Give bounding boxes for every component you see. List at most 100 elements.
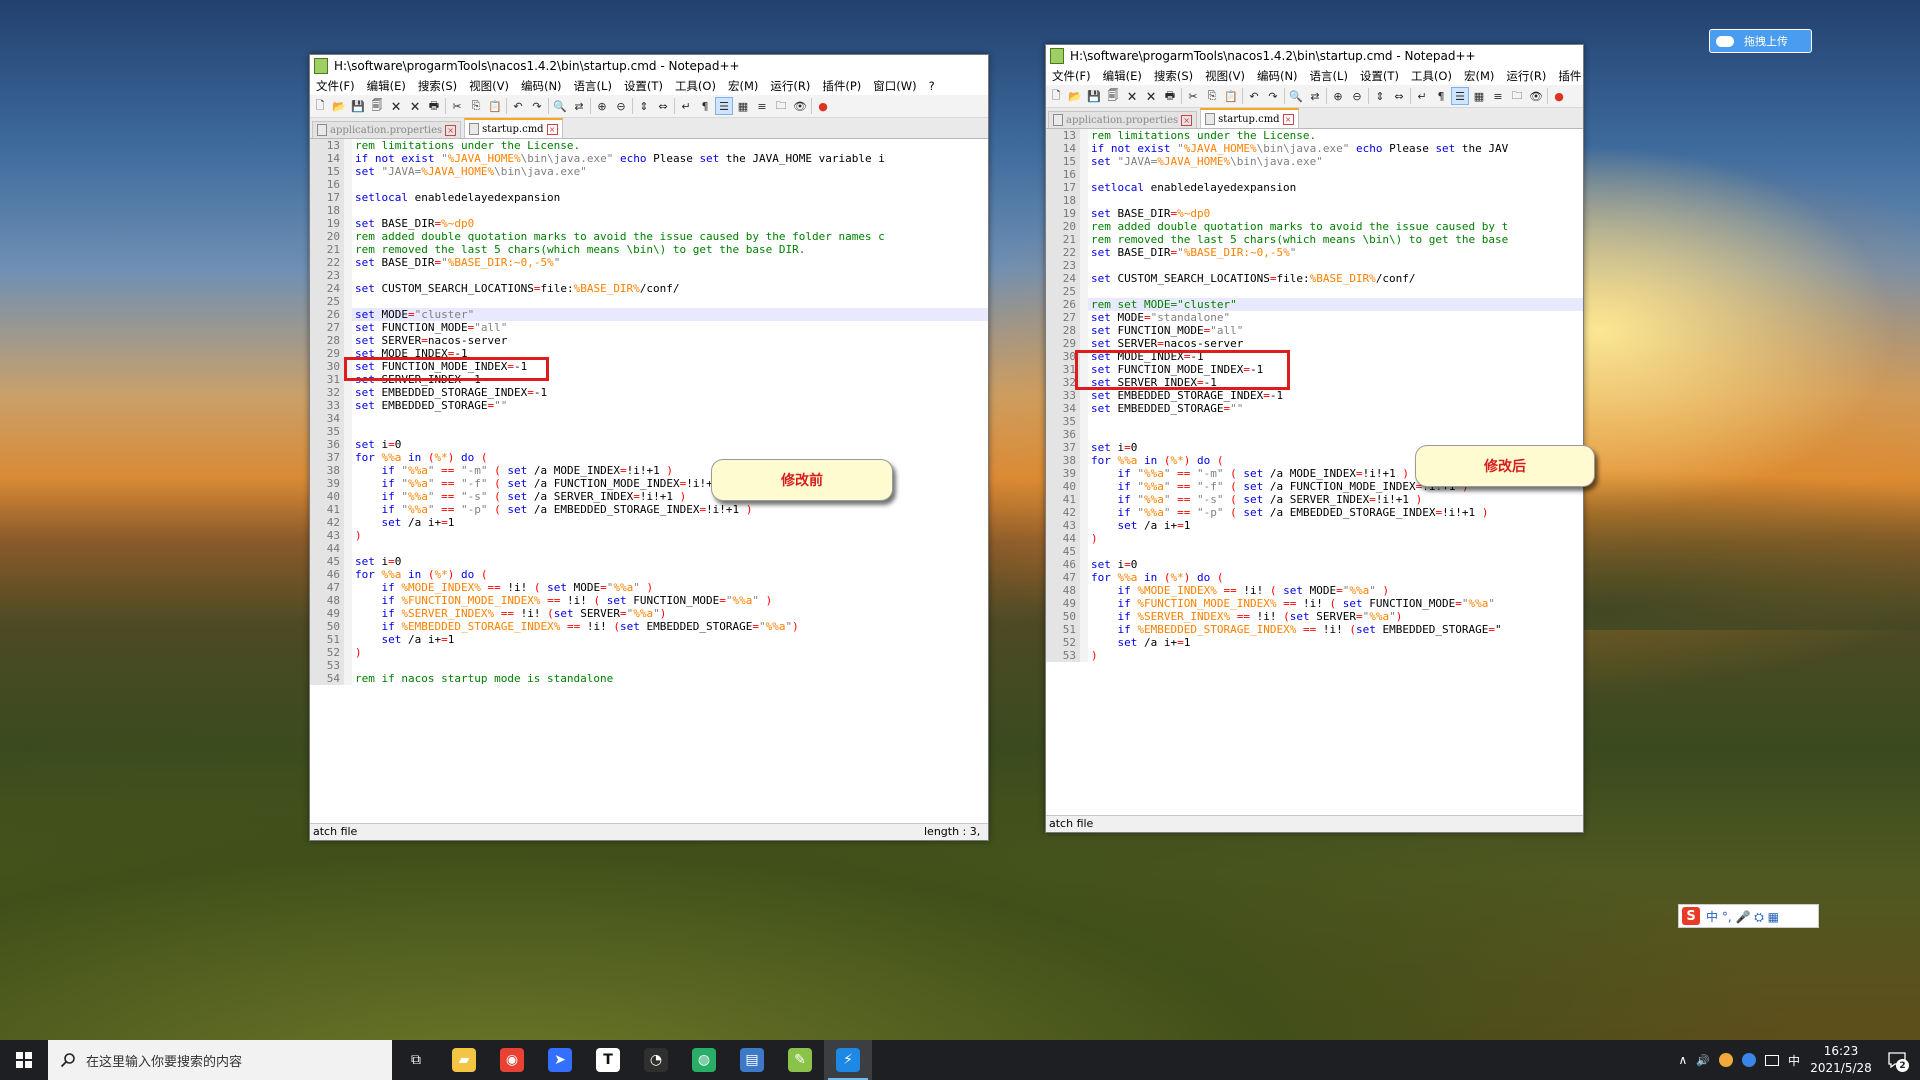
undo-icon[interactable]: ↶ [510, 98, 526, 114]
sync-vertical-icon[interactable]: ⇕ [636, 98, 652, 114]
close-tab-icon[interactable]: × [1282, 113, 1294, 125]
doc-map-icon[interactable]: ▦ [1471, 88, 1487, 104]
save-all-icon[interactable]: 🗐 [1105, 88, 1121, 104]
code-line[interactable]: 47 if %MODE_INDEX% == !i! ( set MODE="%%… [310, 581, 988, 594]
code-line[interactable]: 22 set BASE_DIR="%BASE_DIR:~0,-5%" [1046, 246, 1583, 259]
file-tab[interactable]: application.properties × [1048, 111, 1198, 128]
code-line[interactable]: 50 if %EMBEDDED_STORAGE_INDEX% == !i! (s… [310, 620, 988, 633]
doc-map-icon[interactable]: ▦ [735, 98, 751, 114]
code-line[interactable]: 46 set i=0 [1046, 558, 1583, 571]
code-line[interactable]: 27 set MODE="standalone" [1046, 311, 1583, 324]
new-file-icon[interactable]: 🗋 [1048, 88, 1064, 104]
code-line[interactable]: 22 set BASE_DIR="%BASE_DIR:~0,-5%" [310, 256, 988, 269]
code-line[interactable]: 26 set MODE="cluster" [310, 308, 988, 321]
taskbar-app-feishu[interactable]: ➤ [536, 1040, 584, 1080]
menu-item[interactable]: 语言(L) [1304, 68, 1354, 84]
code-line[interactable]: 54 rem if nacos startup mode is standalon… [310, 672, 988, 685]
start-button[interactable] [0, 1040, 48, 1080]
taskbar-app-color-app[interactable]: ◔ [632, 1040, 680, 1080]
close-tab-icon[interactable]: × [445, 124, 457, 136]
taskbar-search-box[interactable]: 在这里输入你要搜索的内容 [48, 1040, 392, 1080]
sync-horizontal-icon[interactable]: ⇔ [1391, 88, 1407, 104]
code-line[interactable]: 48 if %FUNCTION_MODE_INDEX% == !i! ( set… [310, 594, 988, 607]
code-line[interactable]: 32 set EMBEDDED_STORAGE_INDEX=-1 [310, 386, 988, 399]
taskbar-app-typora[interactable]: T [584, 1040, 632, 1080]
close-icon[interactable]: 🗙 [1124, 88, 1140, 104]
code-line[interactable]: 17 setlocal enabledelayedexpansion [310, 191, 988, 204]
file-tab[interactable]: startup.cmd × [1200, 108, 1299, 128]
tray-app-icon[interactable] [1718, 1053, 1733, 1067]
menu-item[interactable]: 宏(M) [1458, 68, 1500, 84]
input-language-indicator[interactable]: 中 [1788, 1052, 1800, 1069]
menu-item[interactable]: 视图(V) [463, 78, 515, 94]
code-line[interactable]: 35 [310, 425, 988, 438]
show-all-chars-icon[interactable]: ¶ [1433, 88, 1449, 104]
code-line[interactable]: 28 set SERVER=nacos-server [310, 334, 988, 347]
code-line[interactable]: 23 [310, 269, 988, 282]
copy-icon[interactable]: ⎘ [468, 98, 484, 114]
code-line[interactable]: 23 [1046, 259, 1583, 272]
code-line[interactable]: 13 rem limitations under the License. [310, 139, 988, 152]
code-line[interactable]: 53 [310, 659, 988, 672]
menu-item[interactable]: 运行(R) [764, 78, 816, 94]
code-line[interactable]: 49 if %FUNCTION_MODE_INDEX% == !i! ( set… [1046, 597, 1583, 610]
file-tab[interactable]: application.properties × [312, 121, 462, 138]
window-titlebar[interactable]: H:\software\progarmTools\nacos1.4.2\bin\… [310, 55, 988, 77]
taskbar-app-wechat[interactable]: ◍ [680, 1040, 728, 1080]
notepadpp-window-after[interactable]: H:\software\progarmTools\nacos1.4.2\bin\… [1045, 44, 1584, 833]
menu-item[interactable]: 编码(N) [515, 78, 568, 94]
taskbar-app-active-app[interactable]: ⚡ [824, 1040, 872, 1080]
code-line[interactable]: 26 rem set MODE="cluster" [1046, 298, 1583, 311]
close-icon[interactable]: 🗙 [388, 98, 404, 114]
folder-workspace-icon[interactable]: 🗀 [773, 98, 789, 114]
close-all-icon[interactable]: 🗙 [407, 98, 423, 114]
code-line[interactable]: 51 set /a i+=1 [310, 633, 988, 646]
taskbar-app-chrome[interactable]: ◉ [488, 1040, 536, 1080]
sync-horizontal-icon[interactable]: ⇔ [655, 98, 671, 114]
menu-item[interactable]: 运行(R) [1500, 68, 1552, 84]
code-line[interactable]: 41 if "%%a" == "-s" ( set /a SERVER_INDE… [1046, 493, 1583, 506]
code-line[interactable]: 21 rem removed the last 5 chars(which mea… [1046, 233, 1583, 246]
find-icon[interactable]: 🔍 [552, 98, 568, 114]
function-list-icon[interactable]: ≡ [754, 98, 770, 114]
code-line[interactable]: 51 if %EMBEDDED_STORAGE_INDEX% == !i! (s… [1046, 623, 1583, 636]
code-line[interactable]: 49 if %SERVER_INDEX% == !i! (set SERVER=… [310, 607, 988, 620]
close-tab-icon[interactable]: × [1181, 114, 1193, 126]
show-hidden-icons-chevron-icon[interactable]: ∧ [1678, 1053, 1687, 1067]
redo-icon[interactable]: ↷ [1265, 88, 1281, 104]
code-line[interactable]: 36 set i=0 [310, 438, 988, 451]
print-icon[interactable]: 🖶 [1162, 88, 1178, 104]
code-line[interactable]: 45 set i=0 [310, 555, 988, 568]
notepadpp-window-before[interactable]: H:\software\progarmTools\nacos1.4.2\bin\… [309, 54, 989, 841]
code-line[interactable]: 29 set SERVER=nacos-server [1046, 337, 1583, 350]
code-line[interactable]: 24 set CUSTOM_SEARCH_LOCATIONS=file:%BASE… [310, 282, 988, 295]
sync-vertical-icon[interactable]: ⇕ [1372, 88, 1388, 104]
code-line[interactable]: 50 if %SERVER_INDEX% == !i! (set SERVER=… [1046, 610, 1583, 623]
menu-item[interactable]: 设置(T) [1354, 68, 1405, 84]
code-line[interactable]: 48 if %MODE_INDEX% == !i! ( set MODE="%%… [1046, 584, 1583, 597]
zoom-out-icon[interactable]: ⊖ [1349, 88, 1365, 104]
code-line[interactable]: 44 [310, 542, 988, 555]
function-list-icon[interactable]: ≡ [1490, 88, 1506, 104]
menu-item[interactable]: 视图(V) [1199, 68, 1251, 84]
code-line[interactable]: 33 set EMBEDDED_STORAGE="" [310, 399, 988, 412]
taskbar-app-task-view[interactable]: ⧉ [392, 1040, 440, 1080]
code-line[interactable]: 46 for %%a in (%*) do ( [310, 568, 988, 581]
menu-item[interactable]: 编辑(E) [1097, 68, 1148, 84]
replace-icon[interactable]: ⇄ [1307, 88, 1323, 104]
code-line[interactable]: 21 rem removed the last 5 chars(which mea… [310, 243, 988, 256]
code-line[interactable]: 20 rem added double quotation marks to av… [310, 230, 988, 243]
wrap-icon[interactable]: ↵ [1414, 88, 1430, 104]
menu-item[interactable]: 文件(F) [310, 78, 361, 94]
copy-icon[interactable]: ⎘ [1204, 88, 1220, 104]
save-all-icon[interactable]: 🗐 [369, 98, 385, 114]
taskbar-app-winrar[interactable]: ▤ [728, 1040, 776, 1080]
code-line[interactable]: 14 if not exist "%JAVA_HOME%\bin\java.exe… [1046, 142, 1583, 155]
code-line[interactable]: 45 [1046, 545, 1583, 558]
record-macro-icon[interactable]: ● [815, 98, 831, 114]
menu-item[interactable]: 编辑(E) [361, 78, 412, 94]
code-line[interactable]: 36 [1046, 428, 1583, 441]
tray-app-blue-icon[interactable] [1741, 1053, 1756, 1067]
menu-item[interactable]: 工具(O) [1405, 68, 1458, 84]
code-line[interactable]: 24 set CUSTOM_SEARCH_LOCATIONS=file:%BASE… [1046, 272, 1583, 285]
